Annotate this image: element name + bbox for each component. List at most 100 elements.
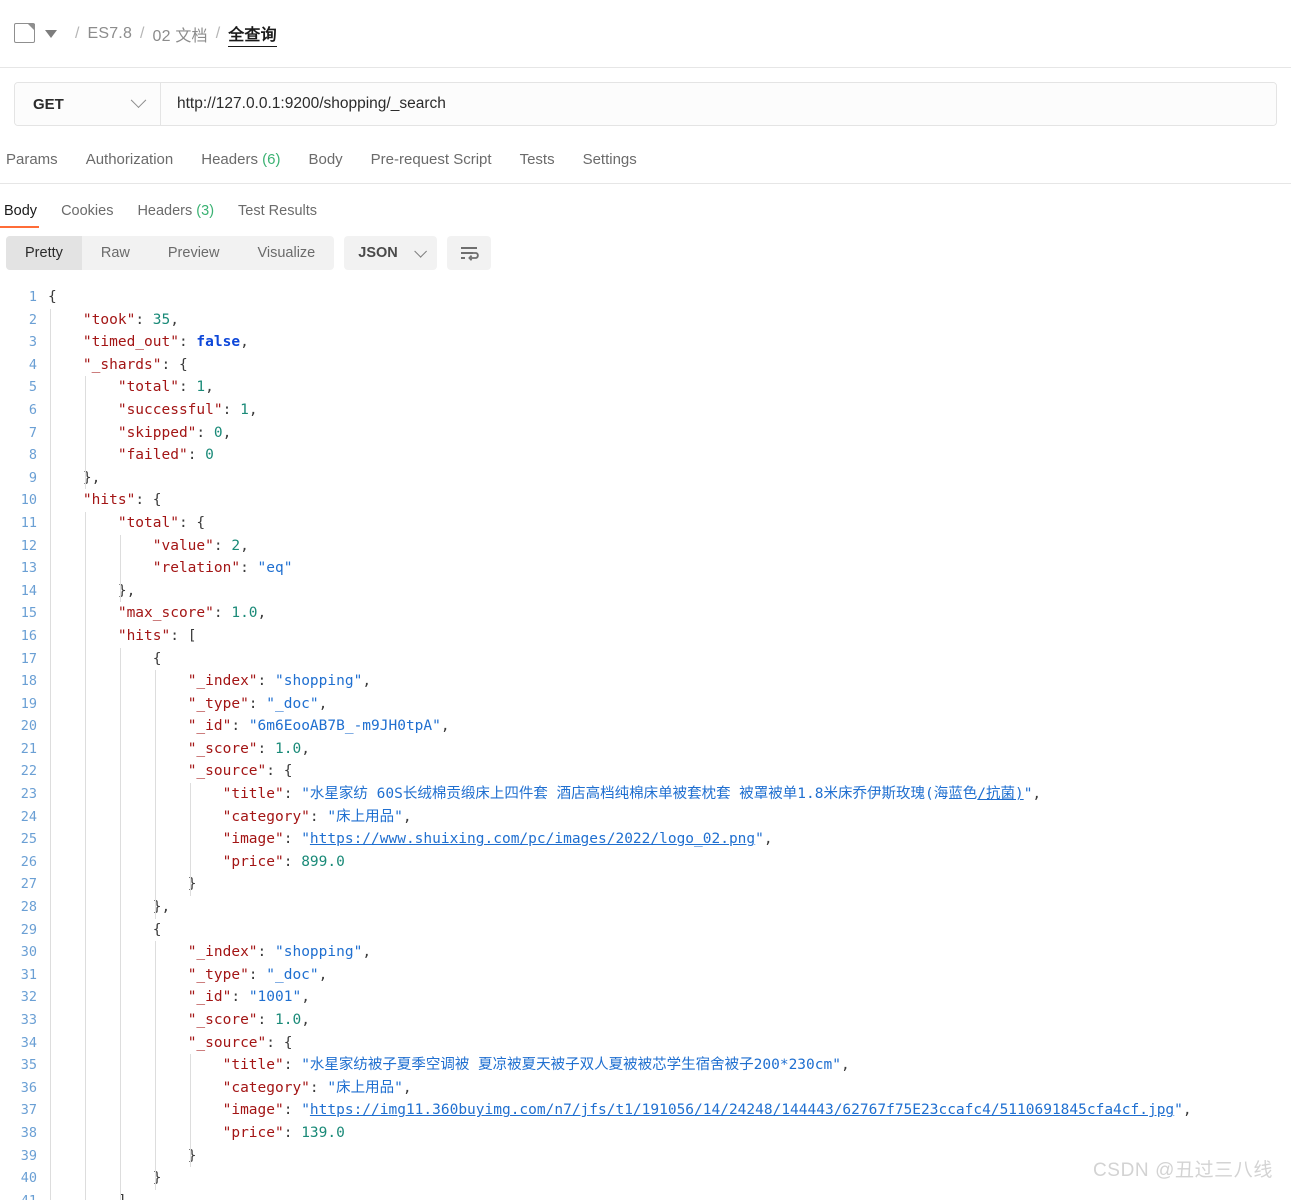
code-line: 13 "relation": "eq" bbox=[0, 557, 1291, 580]
line-number: 35 bbox=[0, 1054, 48, 1077]
tab-settings[interactable]: Settings bbox=[569, 136, 651, 183]
code-line-text: "_score": 1.0, bbox=[48, 738, 1291, 761]
code-line: 18 "_index": "shopping", bbox=[0, 670, 1291, 693]
code-line: 30 "_index": "shopping", bbox=[0, 941, 1291, 964]
code-line-text: { bbox=[48, 648, 1291, 671]
indent-guide bbox=[120, 648, 121, 1200]
line-number: 30 bbox=[0, 941, 48, 964]
code-line-text: "_type": "_doc", bbox=[48, 964, 1291, 987]
chevron-down-icon[interactable] bbox=[131, 92, 147, 108]
line-number: 8 bbox=[0, 444, 48, 467]
code-line: 26 "price": 899.0 bbox=[0, 851, 1291, 874]
chevron-down-icon[interactable] bbox=[45, 30, 57, 38]
breadcrumb-item-docs[interactable]: 02 文档 bbox=[153, 22, 208, 46]
code-line-text: "title": "水星家纺被子夏季空调被 夏凉被夏天被子双人夏被被芯学生宿舍被… bbox=[48, 1054, 1291, 1077]
wrap-text-button[interactable] bbox=[447, 236, 491, 270]
response-tab-body[interactable]: Body bbox=[0, 203, 49, 228]
breadcrumb-item-es78[interactable]: ES7.8 bbox=[87, 25, 132, 43]
code-line-text: }, bbox=[48, 896, 1291, 919]
line-number: 2 bbox=[0, 309, 48, 332]
indent-guide bbox=[120, 535, 121, 603]
response-tab-cookies[interactable]: Cookies bbox=[49, 203, 125, 228]
tab-tests[interactable]: Tests bbox=[506, 136, 569, 183]
code-line-text: "_id": "6m6EooAB7B_-m9JH0tpA", bbox=[48, 715, 1291, 738]
tab-authorization-label: Authorization bbox=[86, 151, 174, 168]
code-line-text: "timed_out": false, bbox=[48, 331, 1291, 354]
code-line: 22 "_source": { bbox=[0, 760, 1291, 783]
response-format-label: JSON bbox=[358, 245, 398, 261]
code-line-text: "_source": { bbox=[48, 1032, 1291, 1055]
code-line-text: "skipped": 0, bbox=[48, 422, 1291, 445]
request-url-input[interactable]: http://127.0.0.1:9200/shopping/_search bbox=[161, 83, 1276, 125]
view-mode-raw[interactable]: Raw bbox=[82, 236, 149, 270]
code-line: 21 "_score": 1.0, bbox=[0, 738, 1291, 761]
code-line: 4 "_shards": { bbox=[0, 354, 1291, 377]
breadcrumb-bar: / ES7.8 / 02 文档 / 全查询 bbox=[0, 0, 1291, 68]
code-line: 11 "total": { bbox=[0, 512, 1291, 535]
code-line: 14 }, bbox=[0, 580, 1291, 603]
view-mode-visualize[interactable]: Visualize bbox=[238, 236, 334, 270]
line-number: 17 bbox=[0, 648, 48, 671]
tab-headers[interactable]: Headers (6) bbox=[187, 136, 294, 183]
line-number: 16 bbox=[0, 625, 48, 648]
line-number: 23 bbox=[0, 783, 48, 806]
folder-icon[interactable] bbox=[14, 23, 36, 44]
line-number: 10 bbox=[0, 489, 48, 512]
code-line-text: "_index": "shopping", bbox=[48, 941, 1291, 964]
watermark: CSDN @丑过三八线 bbox=[1093, 1155, 1273, 1182]
indent-guide bbox=[155, 670, 156, 919]
code-line-text: "value": 2, bbox=[48, 535, 1291, 558]
code-line-text: "took": 35, bbox=[48, 309, 1291, 332]
response-format-select[interactable]: JSON bbox=[344, 236, 437, 270]
view-mode-pretty[interactable]: Pretty bbox=[6, 236, 82, 270]
breadcrumb-item-request[interactable]: 全查询 bbox=[228, 21, 277, 47]
response-tab-test-results[interactable]: Test Results bbox=[226, 203, 329, 228]
view-mode-preview[interactable]: Preview bbox=[149, 236, 239, 270]
indent-guide bbox=[190, 1054, 191, 1167]
code-line-text: "failed": 0 bbox=[48, 444, 1291, 467]
code-line: 41 ] bbox=[0, 1190, 1291, 1200]
tab-body-label: Body bbox=[308, 151, 342, 168]
line-number: 31 bbox=[0, 964, 48, 987]
response-tab-headers-label: Headers bbox=[137, 203, 192, 219]
code-line: 29 { bbox=[0, 919, 1291, 942]
code-line-text: "total": { bbox=[48, 512, 1291, 535]
view-mode-group: Pretty Raw Preview Visualize bbox=[6, 236, 334, 270]
line-number: 18 bbox=[0, 670, 48, 693]
code-line: 37 "image": "https://img11.360buyimg.com… bbox=[0, 1099, 1291, 1122]
code-line-text: "category": "床上用品", bbox=[48, 1077, 1291, 1100]
response-tab-headers[interactable]: Headers (3) bbox=[125, 203, 226, 228]
indent-guide bbox=[155, 941, 156, 1190]
line-number: 13 bbox=[0, 557, 48, 580]
tab-params[interactable]: Params bbox=[0, 136, 72, 183]
code-line-text: { bbox=[48, 286, 1291, 309]
wrap-text-icon bbox=[459, 244, 479, 262]
line-number: 29 bbox=[0, 919, 48, 942]
line-number: 20 bbox=[0, 715, 48, 738]
line-number: 3 bbox=[0, 331, 48, 354]
tab-authorization[interactable]: Authorization bbox=[72, 136, 188, 183]
breadcrumb-separator-0: / bbox=[75, 25, 79, 43]
tab-headers-label: Headers bbox=[201, 151, 258, 168]
line-number: 32 bbox=[0, 986, 48, 1009]
line-number: 27 bbox=[0, 873, 48, 896]
response-tab-headers-count: (3) bbox=[196, 203, 214, 219]
code-line: 38 "price": 139.0 bbox=[0, 1122, 1291, 1145]
line-number: 22 bbox=[0, 760, 48, 783]
tab-body[interactable]: Body bbox=[294, 136, 356, 183]
line-number: 9 bbox=[0, 467, 48, 490]
code-line: 36 "category": "床上用品", bbox=[0, 1077, 1291, 1100]
http-method-select[interactable]: GET bbox=[15, 83, 161, 125]
chevron-down-icon[interactable] bbox=[414, 245, 427, 258]
line-number: 37 bbox=[0, 1099, 48, 1122]
response-body-code[interactable]: 1{2 "took": 35,3 "timed_out": false,4 "_… bbox=[0, 280, 1291, 1200]
request-tabs: Params Authorization Headers (6) Body Pr… bbox=[0, 136, 1291, 184]
indent-guide bbox=[50, 309, 51, 1200]
tab-pre-request-script-label: Pre-request Script bbox=[371, 151, 492, 168]
tab-pre-request-script[interactable]: Pre-request Script bbox=[357, 136, 506, 183]
code-line: 17 { bbox=[0, 648, 1291, 671]
code-line-text: "image": "https://www.shuixing.com/pc/im… bbox=[48, 828, 1291, 851]
code-line: 10 "hits": { bbox=[0, 489, 1291, 512]
code-line: 24 "category": "床上用品", bbox=[0, 806, 1291, 829]
line-number: 14 bbox=[0, 580, 48, 603]
